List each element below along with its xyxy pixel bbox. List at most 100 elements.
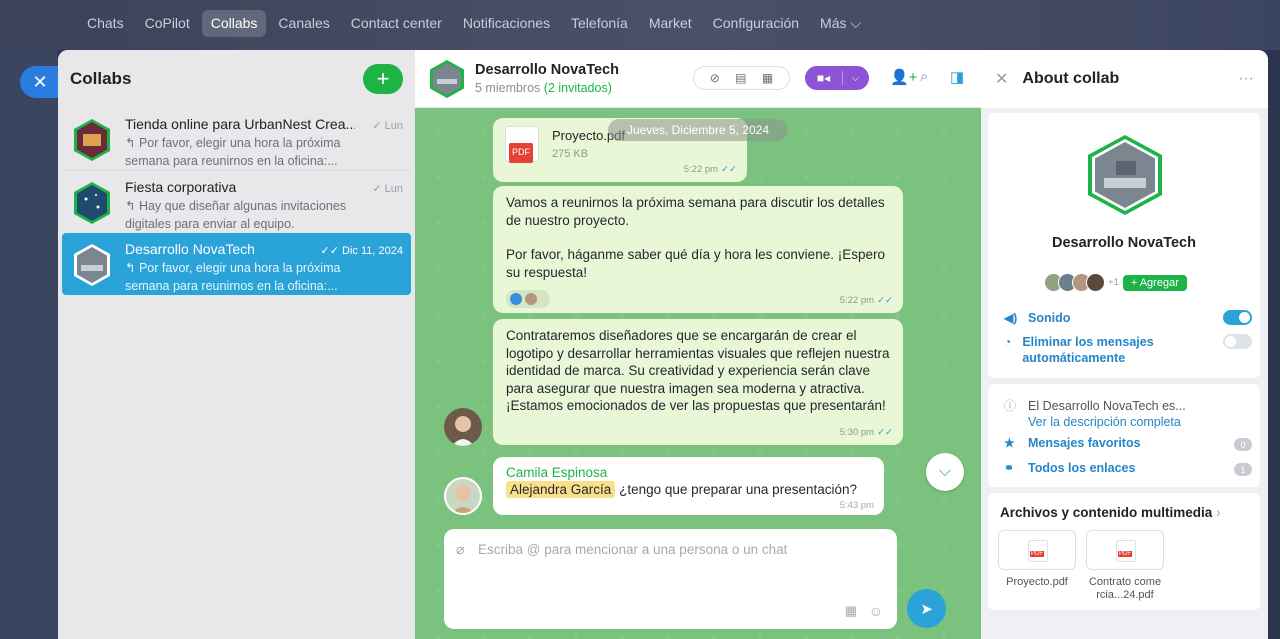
message-input[interactable]	[478, 539, 878, 559]
message-time: 5:22 pm ✓✓	[839, 294, 893, 306]
conversation-item[interactable]: Tienda online para UrbanNest Crea... ✓ L…	[62, 108, 411, 170]
pdf-file-icon: PDF	[1028, 540, 1048, 562]
chat-header: Desarrollo NovaTech 5 miembros (2 invita…	[415, 50, 981, 108]
nav-more[interactable]: Más ⌵	[811, 10, 870, 37]
scroll-down-button[interactable]: ⌵	[926, 453, 964, 491]
apps-icon[interactable]: ▦	[845, 603, 857, 619]
close-icon[interactable]: ✕	[995, 69, 1008, 89]
send-button[interactable]: ➤	[907, 589, 946, 628]
sidebar-toggle-icon[interactable]: ◨	[950, 68, 964, 86]
files-title[interactable]: Archivos y contenido multimedia ›	[1000, 505, 1221, 520]
background-sidebar	[0, 50, 58, 639]
reactor-avatar	[525, 293, 537, 305]
description-link[interactable]: Ver la descripción completa	[1028, 415, 1181, 429]
sender-avatar[interactable]	[444, 408, 482, 446]
message-text: Contrataremos diseñadores que se encarga…	[506, 328, 890, 413]
links-row[interactable]: ⚭ Todos los enlaces	[1004, 461, 1135, 475]
favorites-row[interactable]: ★ Mensajes favoritos	[1004, 436, 1141, 450]
files-card: Archivos y contenido multimedia › PDF Pr…	[988, 493, 1260, 610]
add-member-button[interactable]: + Agregar	[1122, 274, 1187, 291]
collab-list: Collabs + Tienda online para UrbanNest C…	[58, 50, 415, 639]
description-row: ⓘ El Desarrollo NovaTech es...	[1004, 397, 1186, 414]
message-time: 5:22 pm ✓✓	[683, 163, 737, 175]
timer-icon: ◔	[1004, 335, 1012, 349]
chat-avatar[interactable]	[427, 59, 467, 99]
chat-title[interactable]: Desarrollo NovaTech	[475, 62, 619, 78]
chevron-down-icon: ⌵	[938, 463, 952, 480]
sound-label: Sonido	[1028, 311, 1071, 325]
emoji-icon[interactable]: ☺	[869, 603, 883, 619]
attach-icon[interactable]: ⌀	[456, 541, 464, 558]
chat-tools: ⊘ ▤ ▦	[693, 66, 790, 90]
calendar-icon[interactable]: ▦	[762, 71, 773, 85]
details-card: ⓘ El Desarrollo NovaTech es... Ver la de…	[988, 384, 1260, 487]
star-icon: ★	[1004, 436, 1015, 450]
conversation-preview: ↰ Por favor, elegir una hora la próxima …	[125, 261, 341, 293]
message-bubble[interactable]: Contrataremos diseñadores que se encarga…	[493, 319, 903, 445]
message-author[interactable]: Camila Espinosa	[506, 465, 607, 480]
collab-panel: Collabs + Tienda online para UrbanNest C…	[58, 50, 1268, 639]
add-member-icon[interactable]: 👤+	[890, 68, 917, 86]
double-check-icon: ✓✓	[320, 245, 343, 257]
conversation-item-selected[interactable]: Desarrollo NovaTech ✓✓ Dic 11, 2024 ↰ Po…	[62, 233, 411, 295]
nav-notificaciones[interactable]: Notificaciones	[454, 10, 559, 37]
chat-subtitle[interactable]: 5 miembros (2 invitados)	[475, 81, 612, 95]
nav-collabs[interactable]: Collabs	[201, 10, 267, 37]
message-time: 5:30 pm ✓✓	[839, 426, 893, 438]
message-bubble[interactable]: Vamos a reunirnos la próxima semana para…	[493, 186, 903, 313]
link-icon: ⚭	[1004, 461, 1015, 475]
more-icon[interactable]: ···	[1238, 70, 1254, 88]
pdf-file-icon: PDF	[1116, 540, 1136, 562]
nav-chats[interactable]: Chats	[78, 10, 133, 37]
reactions[interactable]	[506, 290, 550, 308]
sender-avatar[interactable]	[444, 477, 482, 515]
close-icon: ✕	[32, 71, 48, 92]
search-icon[interactable]: ⌕	[920, 68, 928, 85]
conversation-name: Tienda online para UrbanNest Crea...	[125, 116, 355, 132]
video-camera-icon: ■◂	[805, 71, 843, 85]
description-text: El Desarrollo NovaTech es...	[1028, 398, 1186, 413]
collab-avatar	[74, 182, 110, 224]
pdf-file-icon: PDF	[505, 126, 539, 163]
conversation-preview: ↰ Hay que diseñar algunas invitaciones d…	[125, 199, 347, 231]
autodelete-label: Eliminar los mensajes automáticamente	[1022, 335, 1154, 365]
conversation-preview: ↰ Por favor, elegir una hora la próxima …	[125, 136, 341, 168]
sound-toggle[interactable]	[1223, 310, 1252, 325]
list-title: Collabs	[70, 69, 132, 88]
task-icon[interactable]: ⊘	[710, 71, 720, 85]
nav-configuracion[interactable]: Configuración	[704, 10, 808, 37]
nav-copilot[interactable]: CoPilot	[136, 10, 199, 37]
collab-avatar	[74, 119, 110, 161]
video-call-button[interactable]: ■◂ ⌵	[805, 66, 869, 90]
message-text: Alejandra García ¿tengo que preparar una…	[506, 481, 857, 498]
links-count: 1	[1234, 463, 1252, 476]
document-icon[interactable]: ▤	[735, 71, 746, 85]
message-bubble-incoming[interactable]: Camila Espinosa Alejandra García ¿tengo …	[493, 457, 884, 515]
sound-option: ◀) Sonido	[1004, 310, 1070, 326]
add-collab-button[interactable]: +	[363, 64, 403, 94]
file-thumbnail[interactable]: PDF	[1086, 530, 1164, 570]
speaker-icon: ◀)	[1004, 311, 1018, 325]
chevron-down-icon[interactable]: ⌵	[843, 73, 868, 84]
about-panel: ✕ About collab ··· Desarrollo NovaTech +…	[981, 50, 1268, 639]
mention-tag[interactable]: Alejandra García	[506, 481, 616, 498]
collab-name: Desarrollo NovaTech	[1052, 235, 1196, 251]
nav-contact-center[interactable]: Contact center	[342, 10, 451, 37]
members-more: +1	[1108, 277, 1119, 288]
member-avatars[interactable]: +1 + Agregar	[1044, 273, 1187, 292]
nav-telefonia[interactable]: Telefonía	[562, 10, 637, 37]
file-thumbnail[interactable]: PDF	[998, 530, 1076, 570]
check-icon: ✓	[372, 120, 385, 132]
collab-avatar	[74, 244, 110, 286]
favorites-count: 0	[1234, 438, 1252, 451]
conversation-item[interactable]: Fiesta corporativa ✓ Lun ↰ Hay que diseñ…	[62, 170, 411, 232]
chevron-right-icon: ›	[1216, 505, 1221, 520]
send-icon: ➤	[920, 600, 933, 618]
message-text: Por favor, háganme saber qué día y hora …	[506, 247, 885, 280]
nav-canales[interactable]: Canales	[269, 10, 338, 37]
autodelete-option: ◔ Eliminar los mensajes automáticamente	[1004, 334, 1204, 366]
autodelete-toggle[interactable]	[1223, 334, 1252, 349]
nav-market[interactable]: Market	[640, 10, 701, 37]
profile-avatar[interactable]	[1084, 133, 1166, 217]
close-panel-button[interactable]: ✕	[20, 66, 60, 98]
